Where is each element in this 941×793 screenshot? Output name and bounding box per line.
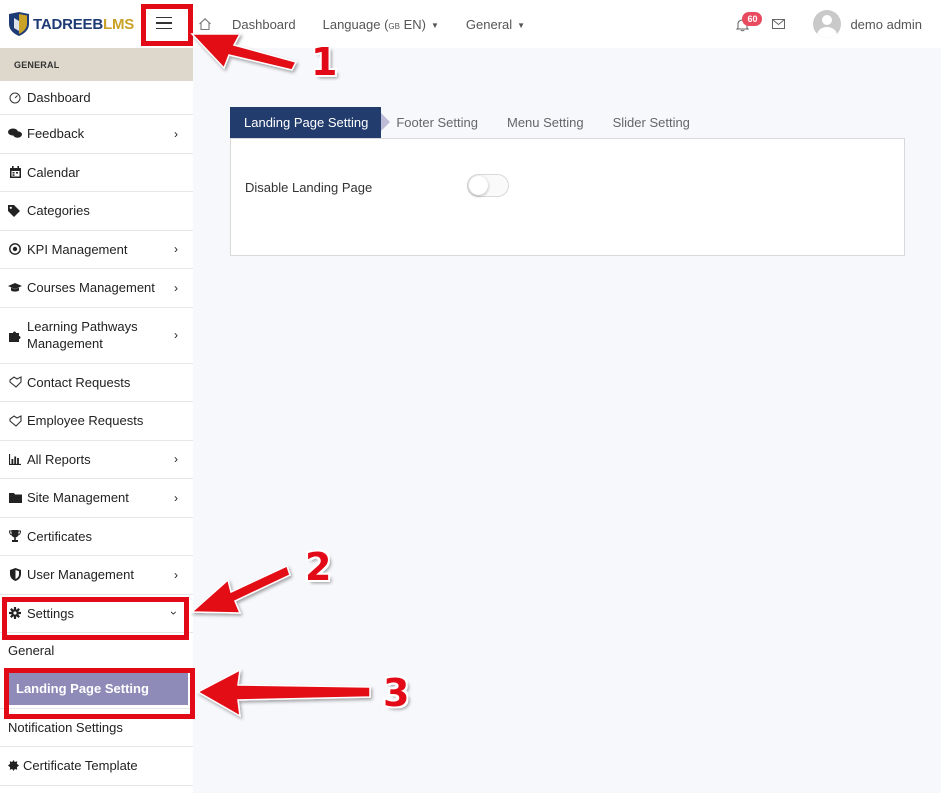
sidebar-item-employee-requests[interactable]: Employee Requests [0, 402, 193, 441]
comments-icon [8, 127, 22, 141]
target-icon [8, 242, 22, 256]
tab-footer-setting[interactable]: Footer Setting [396, 115, 478, 130]
brand-name: TADREEBLMS [33, 15, 135, 33]
disable-landing-page-label: Disable Landing Page [245, 180, 373, 195]
annotation-number-2: 2 [305, 545, 332, 589]
chevron-right-icon: › [174, 126, 178, 141]
chevron-right-icon: › [174, 280, 178, 295]
calendar-icon [8, 165, 22, 179]
dashboard-icon [8, 91, 22, 105]
settings-tabs: Landing Page Setting Footer Setting Menu… [230, 107, 719, 138]
nav-dashboard[interactable]: Dashboard [232, 17, 296, 32]
sidebar-subitem-certificate-template[interactable]: Certificate Template [0, 747, 193, 786]
annotation-number-3: 3 [383, 671, 410, 715]
handshake-icon [8, 375, 22, 389]
handshake-icon [8, 414, 22, 428]
sidebar-item-user-management[interactable]: User Management › [0, 556, 193, 595]
flag-label: GB [388, 21, 400, 31]
sidebar-item-categories[interactable]: Categories [0, 192, 193, 231]
shield-icon [8, 568, 22, 582]
sidebar-item-learning-pathways[interactable]: Learning Pathways Management › [0, 308, 193, 364]
toggle-knob [469, 176, 488, 195]
sidebar-item-site-management[interactable]: Site Management › [0, 479, 193, 518]
folder-icon [8, 491, 22, 505]
sidebar-item-all-reports[interactable]: All Reports › [0, 441, 193, 479]
arrow-2-icon [190, 564, 291, 614]
user-name[interactable]: demo admin [850, 17, 922, 32]
bar-chart-icon [8, 452, 22, 466]
highlight-box-menu-toggle [141, 4, 193, 46]
sidebar-item-calendar[interactable]: Calendar [0, 154, 193, 192]
tab-landing-page-setting[interactable]: Landing Page Setting [230, 107, 391, 138]
chevron-right-icon: › [174, 452, 178, 467]
sidebar-section-header: GENERAL [0, 48, 193, 81]
sidebar-item-dashboard[interactable]: Dashboard [0, 81, 193, 115]
avatar[interactable] [813, 10, 842, 38]
highlight-box-landing-page-setting [4, 668, 195, 719]
notifications-button[interactable]: 60 [736, 12, 763, 34]
language-dropdown[interactable]: Language (GB EN) ▼ [323, 17, 439, 32]
chevron-right-icon: › [174, 327, 178, 342]
top-nav: Dashboard Language (GB EN) ▼ General ▼ [198, 0, 552, 48]
puzzle-icon [8, 328, 22, 342]
sidebar-item-contact-requests[interactable]: Contact Requests [0, 364, 193, 402]
sidebar-item-certificates[interactable]: Certificates [0, 518, 193, 556]
tab-slider-setting[interactable]: Slider Setting [613, 115, 690, 130]
notification-count-badge: 60 [742, 12, 763, 26]
trophy-icon [8, 529, 22, 543]
sidebar-item-feedback[interactable]: Feedback › [0, 115, 193, 154]
chevron-right-icon: › [174, 490, 178, 505]
sidebar-item-kpi-management[interactable]: KPI Management › [0, 231, 193, 269]
logo-shield-icon [9, 12, 29, 36]
certificate-badge-icon [8, 760, 20, 771]
disable-landing-page-toggle[interactable] [467, 174, 509, 197]
general-dropdown[interactable]: General ▼ [466, 17, 525, 32]
annotation-number-1: 1 [311, 40, 338, 84]
graduation-cap-icon [8, 281, 22, 295]
chevron-right-icon: › [174, 242, 178, 257]
landing-page-settings-panel: Disable Landing Page [230, 138, 905, 256]
sidebar-item-courses-management[interactable]: Courses Management › [0, 269, 193, 308]
tab-menu-setting[interactable]: Menu Setting [507, 115, 584, 130]
top-right-area: 60 demo admin [736, 0, 941, 48]
arrow-3-icon [196, 668, 371, 718]
mail-icon[interactable] [772, 19, 786, 29]
caret-down-icon: ▼ [431, 20, 439, 30]
highlight-box-settings [2, 597, 189, 640]
tags-icon [8, 204, 22, 218]
home-icon[interactable] [198, 17, 212, 31]
chevron-right-icon: › [174, 567, 178, 582]
caret-down-icon: ▼ [517, 20, 526, 30]
